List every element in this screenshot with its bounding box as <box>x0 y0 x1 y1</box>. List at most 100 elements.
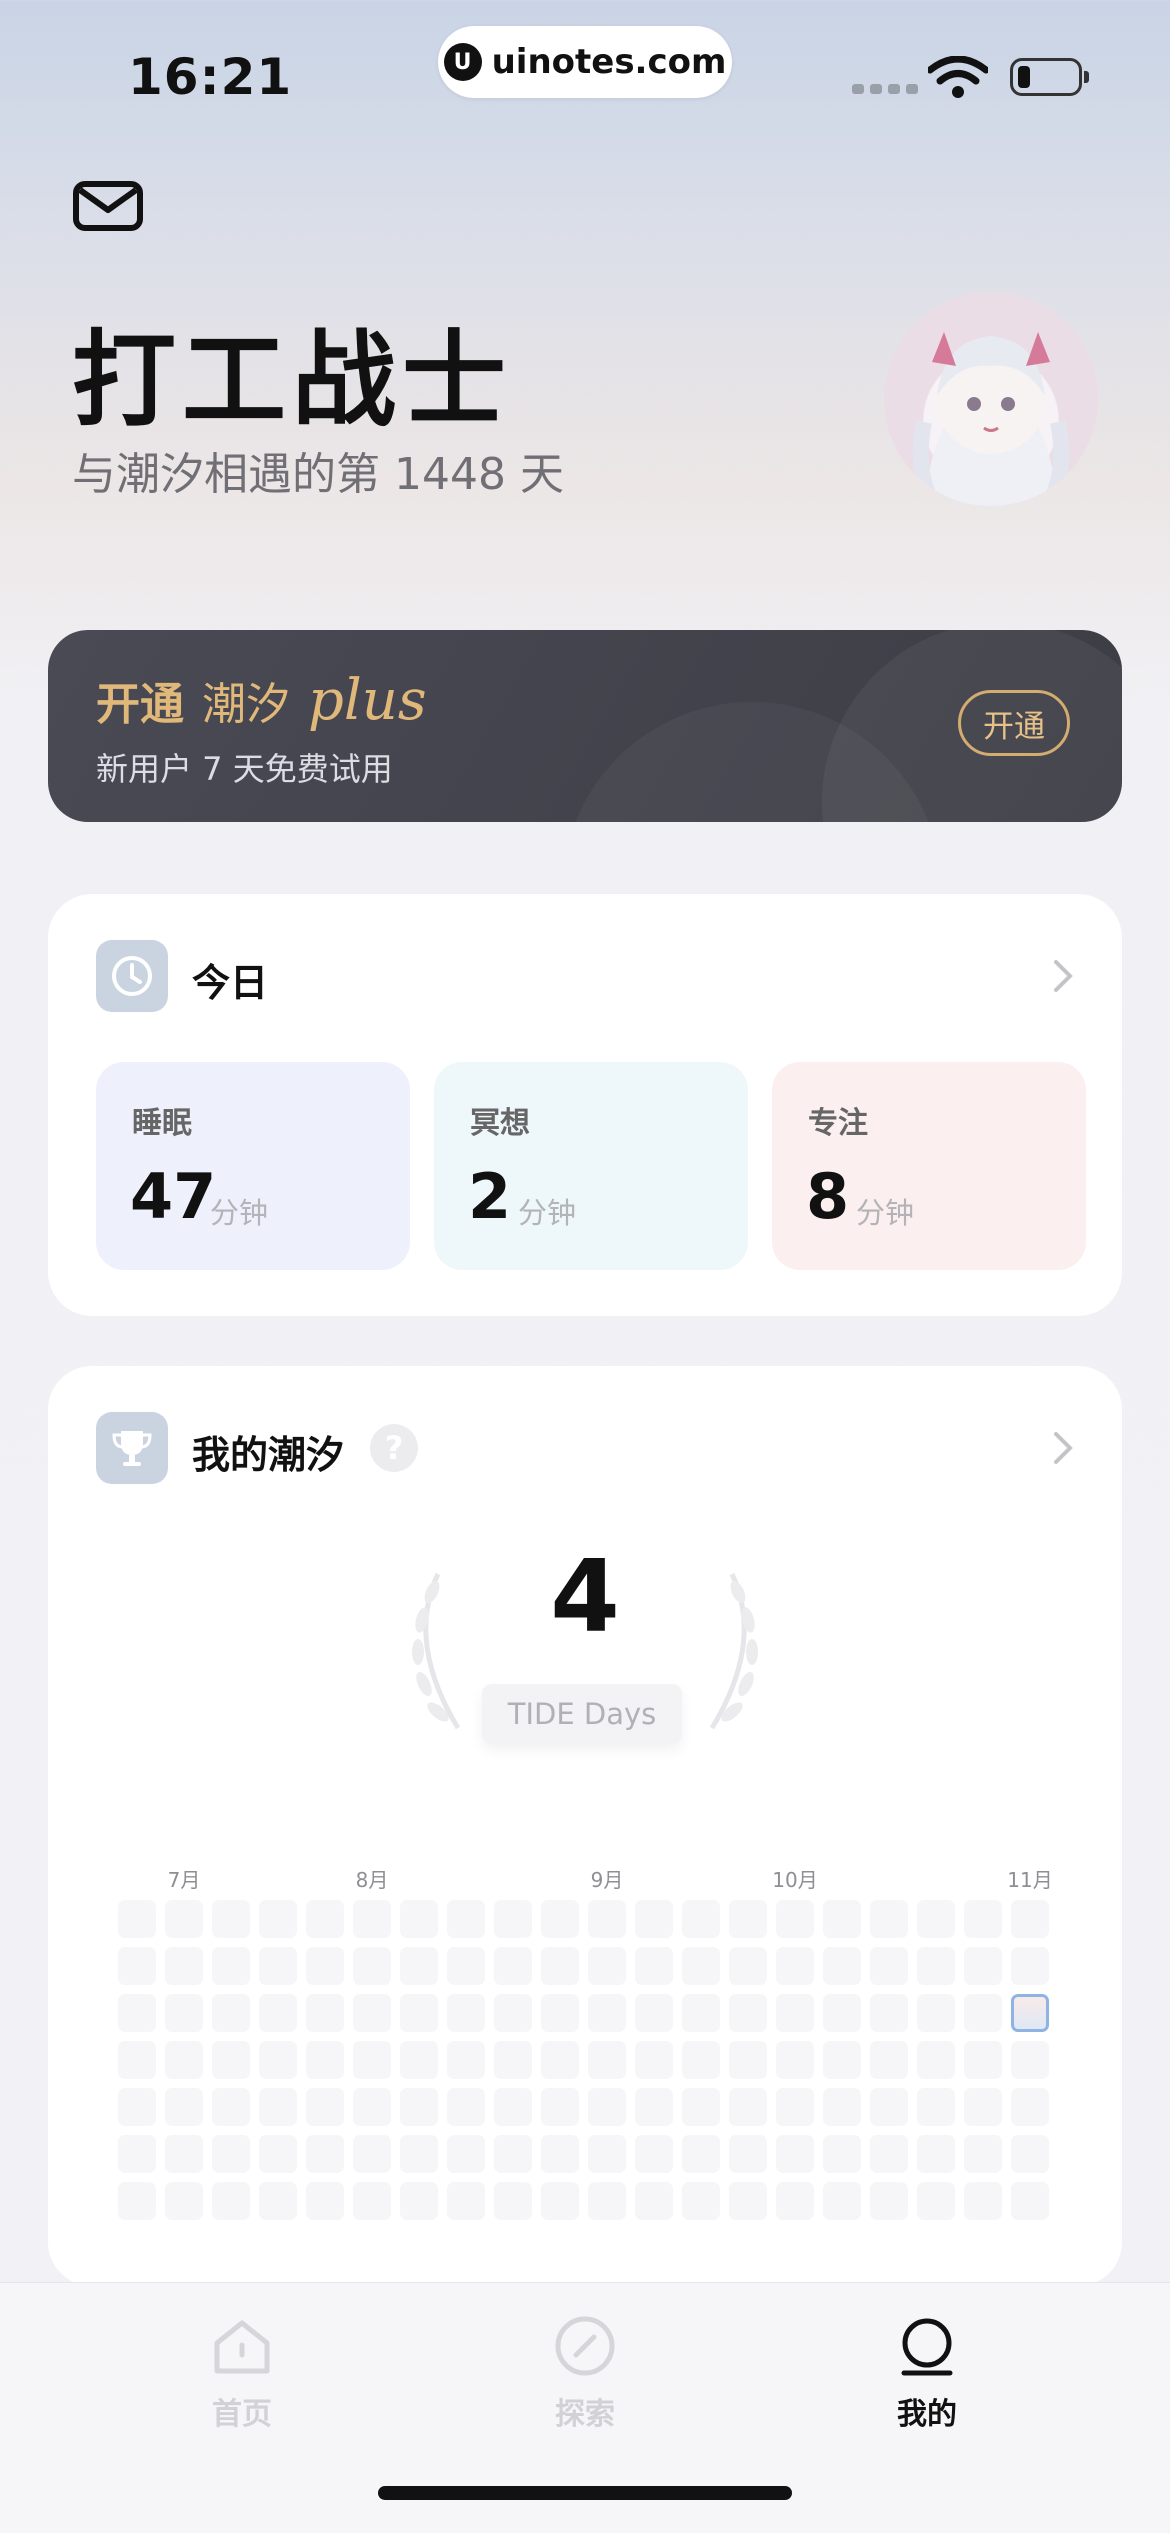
heatmap-cell <box>588 1900 626 1938</box>
heatmap-cell <box>964 2182 1002 2220</box>
heatmap-cell <box>447 1994 485 2032</box>
heatmap-cell <box>1011 2041 1049 2079</box>
tab-explore[interactable]: 探索 <box>495 2313 675 2433</box>
battery-icon <box>1010 58 1089 96</box>
heatmap-cell <box>447 2135 485 2173</box>
tab-home[interactable]: 首页 <box>152 2313 332 2433</box>
heatmap-cell <box>870 1900 908 1938</box>
heatmap-cell <box>494 2182 532 2220</box>
heatmap-cell <box>682 1947 720 1985</box>
heatmap-cell <box>823 2182 861 2220</box>
heatmap-cell <box>118 2135 156 2173</box>
heatmap-cell <box>353 2041 391 2079</box>
heatmap-cell <box>729 2041 767 2079</box>
heatmap-cell <box>353 1994 391 2032</box>
heatmap-cell <box>306 2041 344 2079</box>
tab-profile[interactable]: 我的 <box>837 2313 1017 2433</box>
heatmap-cell <box>682 2135 720 2173</box>
help-icon[interactable]: ? <box>370 1424 418 1472</box>
heatmap-cell <box>400 2182 438 2220</box>
url-pill[interactable]: U uinotes.com <box>438 26 732 98</box>
heatmap-cell <box>1011 2135 1049 2173</box>
heatmap-cell <box>118 1947 156 1985</box>
heatmap-cell <box>729 2182 767 2220</box>
heatmap-cell <box>917 1994 955 2032</box>
heatmap-cell <box>635 1994 673 2032</box>
profile-icon <box>901 2318 953 2376</box>
mail-icon[interactable] <box>72 180 144 232</box>
focus-minutes: 8 <box>806 1160 850 1233</box>
heatmap-cell <box>964 1947 1002 1985</box>
compass-icon <box>555 2316 615 2376</box>
heatmap-cell <box>400 1900 438 1938</box>
my-tide-card[interactable]: 我的潮汐 ? 4 TIDE Days 7月 8月 9月 10月 11月 <box>48 1366 1122 2286</box>
heatmap-cell <box>823 2041 861 2079</box>
sleep-stat[interactable]: 睡眠 47 分钟 <box>96 1062 410 1270</box>
url-text: uinotes.com <box>491 42 727 82</box>
heatmap-cell <box>165 1900 203 1938</box>
heatmap-cell <box>212 2088 250 2126</box>
heatmap-cell <box>541 1947 579 1985</box>
heatmap-cell-today <box>1011 1994 1049 2032</box>
heatmap-cell <box>494 2088 532 2126</box>
heatmap-cell <box>353 1900 391 1938</box>
heatmap-cell <box>165 1947 203 1985</box>
today-title: 今日 <box>192 961 269 1005</box>
heatmap-month-label: 7月 <box>167 1868 201 1892</box>
chevron-right-icon[interactable] <box>1048 956 1076 996</box>
heatmap-cell <box>165 2041 203 2079</box>
heatmap-cell <box>447 2041 485 2079</box>
wifi-icon <box>928 56 988 98</box>
plus-logo-text: plus <box>308 668 427 733</box>
heatmap-month-label: 10月 <box>772 1868 818 1892</box>
promo-title: 开通 潮汐 plus <box>96 668 427 733</box>
avatar-illustration <box>912 332 1070 506</box>
heatmap-cell <box>729 1947 767 1985</box>
heatmap-cell <box>917 1947 955 1985</box>
heatmap-cell <box>259 2135 297 2173</box>
user-name: 打工战士 <box>72 319 513 441</box>
heatmap-cell <box>259 1947 297 1985</box>
focus-stat[interactable]: 专注 8 分钟 <box>772 1062 1086 1270</box>
heatmap-cell <box>259 2041 297 2079</box>
heatmap-cell <box>306 1947 344 1985</box>
heatmap-cell <box>870 2041 908 2079</box>
heatmap-cell <box>259 1900 297 1938</box>
home-icon <box>214 2320 270 2374</box>
heatmap-cell <box>682 2041 720 2079</box>
heatmap-cell <box>776 2135 814 2173</box>
heatmap-cell <box>212 1900 250 1938</box>
heatmap-cell <box>823 1994 861 2032</box>
meditation-stat[interactable]: 冥想 2 分钟 <box>434 1062 748 1270</box>
heatmap-month-label: 8月 <box>355 1868 389 1892</box>
heatmap-cell <box>776 1994 814 2032</box>
heatmap-cell <box>400 2088 438 2126</box>
heatmap-cell <box>541 1900 579 1938</box>
heatmap-cell <box>400 2135 438 2173</box>
chevron-right-icon[interactable] <box>1048 1428 1076 1468</box>
heatmap-cell <box>447 1900 485 1938</box>
today-card[interactable]: 今日 睡眠 47 分钟 冥想 2 分钟 专注 8 分钟 <box>48 894 1122 1316</box>
heatmap-cell <box>870 2088 908 2126</box>
heatmap-cell <box>917 2041 955 2079</box>
heatmap-month-label: 11月 <box>1007 1868 1053 1892</box>
cellular-signal-icon <box>852 84 918 94</box>
trophy-icon <box>96 1412 168 1484</box>
heatmap-cell <box>635 2135 673 2173</box>
heatmap-cell <box>682 2088 720 2126</box>
heatmap-cell <box>118 2088 156 2126</box>
plus-promo-banner[interactable]: 开通 潮汐 plus 新用户 7 天免费试用 开通 <box>48 630 1122 822</box>
heatmap-cell <box>588 2182 626 2220</box>
heatmap-cell <box>964 2135 1002 2173</box>
subscribe-button[interactable]: 开通 <box>958 690 1070 756</box>
heatmap-cell <box>823 1900 861 1938</box>
avatar[interactable] <box>884 292 1098 506</box>
heatmap-cell <box>165 2182 203 2220</box>
heatmap-cell <box>447 2088 485 2126</box>
heatmap-cell <box>917 2135 955 2173</box>
my-tide-title: 我的潮汐 <box>192 1433 345 1477</box>
heatmap-month-label: 9月 <box>590 1868 624 1892</box>
promo-subtitle: 新用户 7 天免费试用 <box>96 750 393 788</box>
site-logo-icon: U <box>443 43 482 81</box>
heatmap-cell <box>964 2041 1002 2079</box>
